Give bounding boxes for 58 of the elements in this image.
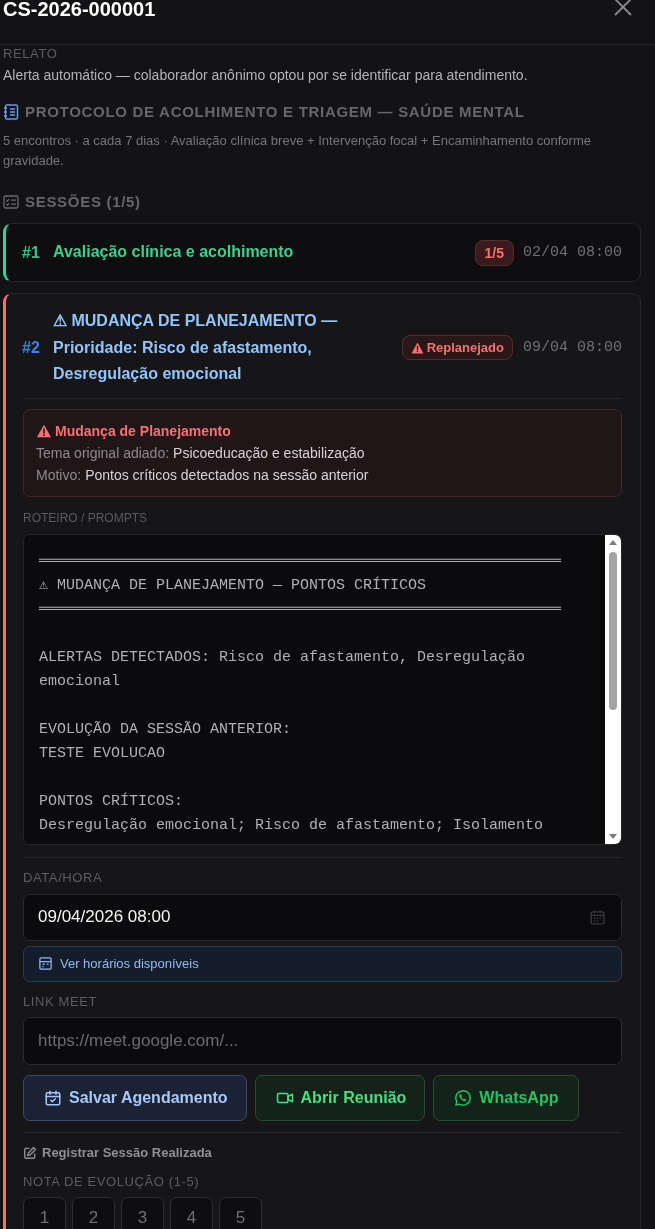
status-badge: Replanejado — [401, 335, 513, 361]
script-line: ══════════════════════════════════════════════════════════ — [39, 551, 563, 572]
rating-button[interactable]: 1 — [23, 1196, 66, 1229]
script-line: ══════════════════════════════════════════════════════════ — [39, 599, 563, 620]
availability-button[interactable]: Ver horários disponíveis — [23, 945, 622, 982]
notice-label: Motivo: — [36, 465, 82, 485]
warning-icon — [410, 341, 424, 354]
scrollbar[interactable] — [605, 534, 621, 844]
script-line: ⚠ MUDANÇA DE PLANEJAMENTO — PONTOS CRÍTICOS — [39, 575, 428, 596]
meet-link-input[interactable]: https://meet.google.com/... — [23, 1016, 622, 1065]
script-line: Desregulação emocional; Risco de afastamento; Isolamento — [39, 815, 545, 836]
script-line: PONTOS CRÍTICOS: — [39, 791, 185, 812]
session-number: #2 — [22, 338, 41, 357]
phone-bubble-icon — [454, 1088, 473, 1107]
whatsapp-button[interactable]: WhatsApp — [433, 1074, 580, 1121]
notice-value: Psicoeducação e estabilização — [173, 443, 365, 463]
report-text: Alerta automático — colaborador anônimo optou por se identificar para atendimento. — [3, 66, 529, 85]
script-textarea[interactable] — [23, 533, 622, 845]
calendar-check-icon — [44, 1088, 62, 1107]
session-number: #1 — [22, 243, 41, 262]
save-button[interactable]: Salvar Agendamento — [23, 1074, 247, 1121]
script-label: ROTEIRO / PROMPTS — [23, 509, 148, 526]
notice-label: Tema original adiado: — [36, 443, 170, 463]
session-card[interactable]: #1 Avaliação clínica e acolhimento 1/5 02/04 08:00 — [3, 223, 641, 282]
edit-icon — [23, 1145, 37, 1160]
notice-title: Mudança de Planejamento — [55, 421, 231, 441]
rating-label: NOTA DE EVOLUÇÃO (1-5) — [23, 1173, 201, 1190]
warning-icon — [36, 423, 52, 438]
notebook-icon — [3, 104, 19, 120]
case-title: CS-2026-000001 — [3, 0, 156, 20]
meeting-button[interactable]: Abrir Reunião — [254, 1074, 426, 1121]
protocol-title: PROTOCOLO DE ACOLHIMENTO E TRIAGEM — SAÚDE MENTAL — [25, 102, 525, 122]
register-title: Registrar Sessão Realizada — [42, 1144, 212, 1161]
close-icon[interactable] — [613, 0, 633, 17]
session-card[interactable] — [3, 293, 641, 1229]
datetime-input[interactable]: 09/04/2026 08:00 — [23, 893, 622, 941]
rating-button[interactable]: 4 — [170, 1196, 213, 1229]
script-line: TESTE EVOLUCAO — [39, 743, 167, 764]
scroll-up-arrow-icon[interactable] — [609, 539, 617, 545]
session-date: 02/04 08:00 — [522, 244, 622, 261]
script-line: ALERTAS DETECTADOS: Risco de afastamento, Desregulação emocional — [39, 647, 527, 692]
session-title: ⚠ MUDANÇA DE PLANEJAMENTO — Prioridade: Risco de afastamento, Desregulação emocional — [53, 311, 339, 384]
protocol-description: 5 encontros · a cada 7 dias · Avaliação clínica breve + Intervenção focal + Encaminhamento conforme gravidade. — [3, 132, 592, 170]
rating-button[interactable]: 2 — [72, 1196, 115, 1229]
report-label: RELATO — [3, 46, 59, 62]
session-title: Avaliação clínica e acolhimento — [53, 242, 294, 263]
session-date: 09/04 08:00 — [522, 339, 622, 357]
script-line: EVOLUÇÃO DA SESSÃO ANTERIOR: — [39, 719, 293, 740]
sessions-heading: SESSÕES (1/5) — [25, 192, 141, 212]
rating-button[interactable]: 3 — [121, 1196, 164, 1229]
checklist-icon — [3, 194, 19, 210]
meet-link-label: LINK MEET — [23, 993, 99, 1010]
count-badge: 1/5 — [474, 239, 514, 266]
rating-button[interactable]: 5 — [219, 1196, 262, 1229]
calendar-icon — [38, 956, 53, 971]
scroll-down-arrow-icon[interactable] — [609, 833, 617, 839]
datetime-label: DATA/HORA — [23, 869, 104, 886]
notice-value: Pontos críticos detectados na sessão anterior — [85, 465, 369, 485]
